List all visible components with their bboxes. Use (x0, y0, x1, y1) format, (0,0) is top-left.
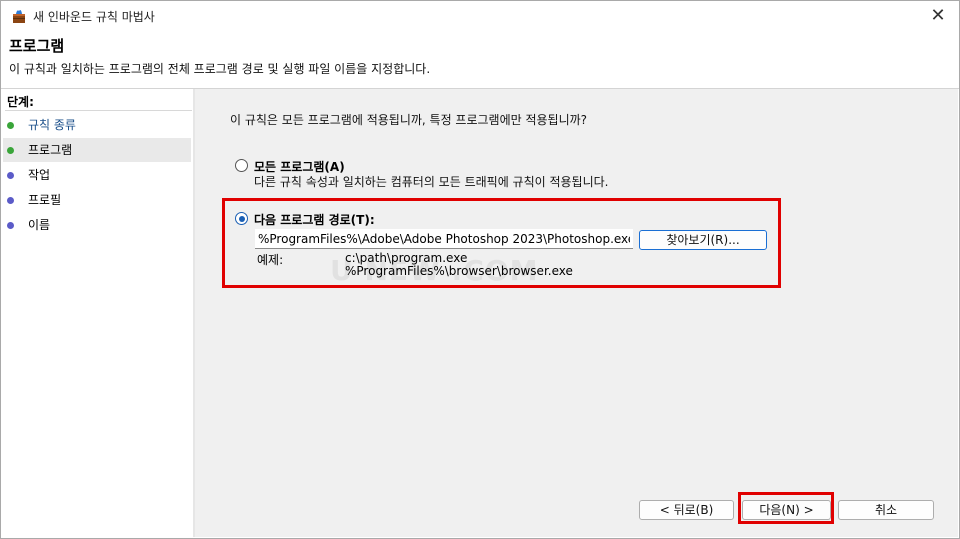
steps-title: 단계: (7, 95, 34, 109)
close-button[interactable]: ✕ (923, 4, 953, 28)
page-title: 프로그램 (9, 37, 65, 55)
this-program-radio[interactable] (235, 212, 248, 225)
example-line: %ProgramFiles%\browser\browser.exe (345, 264, 573, 278)
step-action[interactable]: 작업 (3, 163, 191, 187)
back-button[interactable]: < 뒤로(B) (639, 500, 734, 520)
example-label: 예제: (257, 253, 284, 267)
step-done-icon (7, 122, 14, 129)
step-label: 규칙 종류 (28, 118, 76, 132)
step-label: 이름 (28, 218, 51, 232)
steps-divider (5, 110, 192, 111)
wizard-header: 프로그램 이 규칙과 일치하는 프로그램의 전체 프로그램 경로 및 실행 파일… (1, 30, 959, 89)
step-rule-type[interactable]: 규칙 종류 (3, 113, 191, 137)
this-program-label[interactable]: 다음 프로그램 경로(T): (254, 211, 375, 228)
step-name[interactable]: 이름 (3, 213, 191, 237)
step-pending-icon (7, 172, 14, 179)
next-button[interactable]: 다음(N) > (742, 500, 831, 520)
all-programs-radio[interactable] (235, 159, 248, 172)
step-label: 프로그램 (28, 143, 73, 157)
browse-button[interactable]: 찾아보기(R)... (639, 230, 767, 250)
steps-panel: 단계: 규칙 종류 프로그램 작업 프로필 이름 (1, 89, 192, 537)
all-programs-description: 다른 규칙 속성과 일치하는 컴퓨터의 모든 트래픽에 규칙이 적용됩니다. (254, 175, 609, 189)
example-line: c:\path\program.exe (345, 251, 468, 265)
step-pending-icon (7, 222, 14, 229)
window-title: 새 인바운드 규칙 마법사 (33, 10, 155, 24)
step-current-icon (7, 147, 14, 154)
firewall-icon (13, 10, 25, 23)
step-profile[interactable]: 프로필 (3, 188, 191, 212)
cancel-button[interactable]: 취소 (838, 500, 934, 520)
step-label: 작업 (28, 168, 51, 182)
main-panel: U NEW .COM 이 규칙은 모든 프로그램에 적용됩니까, 특정 프로그램… (195, 89, 958, 537)
program-path-input[interactable] (255, 229, 633, 249)
step-program[interactable]: 프로그램 (3, 138, 191, 162)
page-description: 이 규칙과 일치하는 프로그램의 전체 프로그램 경로 및 실행 파일 이름을 … (9, 62, 431, 76)
step-pending-icon (7, 197, 14, 204)
question-text: 이 규칙은 모든 프로그램에 적용됩니까, 특정 프로그램에만 적용됩니까? (230, 113, 588, 127)
title-bar: 새 인바운드 규칙 마법사 ✕ (1, 1, 959, 30)
step-label: 프로필 (28, 193, 62, 207)
